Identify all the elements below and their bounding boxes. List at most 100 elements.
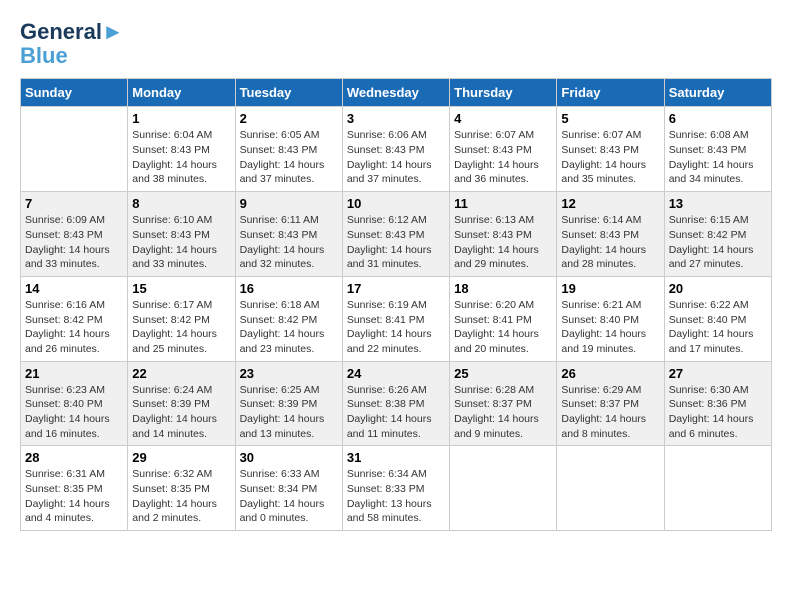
- day-info: Sunrise: 6:04 AMSunset: 8:43 PMDaylight:…: [132, 128, 230, 187]
- day-info: Sunrise: 6:29 AMSunset: 8:37 PMDaylight:…: [561, 383, 659, 442]
- calendar-cell: 18 Sunrise: 6:20 AMSunset: 8:41 PMDayligh…: [450, 276, 557, 361]
- calendar-cell: [664, 446, 771, 531]
- day-number: 22: [132, 366, 230, 381]
- calendar-header-saturday: Saturday: [664, 79, 771, 107]
- day-number: 6: [669, 111, 767, 126]
- day-info: Sunrise: 6:32 AMSunset: 8:35 PMDaylight:…: [132, 467, 230, 526]
- day-number: 12: [561, 196, 659, 211]
- calendar-cell: 5 Sunrise: 6:07 AMSunset: 8:43 PMDaylight…: [557, 107, 664, 192]
- day-info: Sunrise: 6:31 AMSunset: 8:35 PMDaylight:…: [25, 467, 123, 526]
- day-info: Sunrise: 6:06 AMSunset: 8:43 PMDaylight:…: [347, 128, 445, 187]
- calendar-cell: [21, 107, 128, 192]
- calendar-cell: 21 Sunrise: 6:23 AMSunset: 8:40 PMDayligh…: [21, 361, 128, 446]
- day-info: Sunrise: 6:08 AMSunset: 8:43 PMDaylight:…: [669, 128, 767, 187]
- day-number: 26: [561, 366, 659, 381]
- day-number: 24: [347, 366, 445, 381]
- calendar-header-wednesday: Wednesday: [342, 79, 449, 107]
- day-number: 31: [347, 450, 445, 465]
- day-number: 16: [240, 281, 338, 296]
- day-number: 7: [25, 196, 123, 211]
- day-info: Sunrise: 6:34 AMSunset: 8:33 PMDaylight:…: [347, 467, 445, 526]
- calendar-cell: 9 Sunrise: 6:11 AMSunset: 8:43 PMDaylight…: [235, 192, 342, 277]
- calendar-cell: 3 Sunrise: 6:06 AMSunset: 8:43 PMDaylight…: [342, 107, 449, 192]
- calendar-cell: [557, 446, 664, 531]
- day-info: Sunrise: 6:26 AMSunset: 8:38 PMDaylight:…: [347, 383, 445, 442]
- calendar-week-row: 28 Sunrise: 6:31 AMSunset: 8:35 PMDayligh…: [21, 446, 772, 531]
- calendar-header-friday: Friday: [557, 79, 664, 107]
- calendar-cell: 17 Sunrise: 6:19 AMSunset: 8:41 PMDayligh…: [342, 276, 449, 361]
- day-number: 11: [454, 196, 552, 211]
- day-number: 3: [347, 111, 445, 126]
- day-info: Sunrise: 6:18 AMSunset: 8:42 PMDaylight:…: [240, 298, 338, 357]
- day-info: Sunrise: 6:15 AMSunset: 8:42 PMDaylight:…: [669, 213, 767, 272]
- day-info: Sunrise: 6:12 AMSunset: 8:43 PMDaylight:…: [347, 213, 445, 272]
- day-number: 5: [561, 111, 659, 126]
- calendar-cell: [450, 446, 557, 531]
- calendar-cell: 15Sunrise: 6:17 AMSunset: 8:42 PMDayligh…: [128, 276, 235, 361]
- day-info: Sunrise: 6:33 AMSunset: 8:34 PMDaylight:…: [240, 467, 338, 526]
- calendar-header-sunday: Sunday: [21, 79, 128, 107]
- calendar-cell: 13 Sunrise: 6:15 AMSunset: 8:42 PMDayligh…: [664, 192, 771, 277]
- day-number: 28: [25, 450, 123, 465]
- day-number: 19: [561, 281, 659, 296]
- day-number: 2: [240, 111, 338, 126]
- calendar-cell: 22Sunrise: 6:24 AMSunset: 8:39 PMDayligh…: [128, 361, 235, 446]
- calendar-cell: 4Sunrise: 6:07 AMSunset: 8:43 PMDaylight…: [450, 107, 557, 192]
- logo: General►Blue: [20, 20, 124, 68]
- calendar-cell: 7 Sunrise: 6:09 AMSunset: 8:43 PMDaylight…: [21, 192, 128, 277]
- day-number: 9: [240, 196, 338, 211]
- calendar-cell: 10 Sunrise: 6:12 AMSunset: 8:43 PMDayligh…: [342, 192, 449, 277]
- day-number: 21: [25, 366, 123, 381]
- day-info: Sunrise: 6:07 AMSunset: 8:43 PMDaylight:…: [561, 128, 659, 187]
- day-number: 17: [347, 281, 445, 296]
- day-number: 27: [669, 366, 767, 381]
- calendar-cell: 8 Sunrise: 6:10 AMSunset: 8:43 PMDaylight…: [128, 192, 235, 277]
- page-header: General►Blue: [20, 20, 772, 68]
- calendar-cell: 28 Sunrise: 6:31 AMSunset: 8:35 PMDayligh…: [21, 446, 128, 531]
- day-info: Sunrise: 6:25 AMSunset: 8:39 PMDaylight:…: [240, 383, 338, 442]
- day-number: 8: [132, 196, 230, 211]
- calendar-cell: 27Sunrise: 6:30 AMSunset: 8:36 PMDayligh…: [664, 361, 771, 446]
- day-info: Sunrise: 6:22 AMSunset: 8:40 PMDaylight:…: [669, 298, 767, 357]
- calendar-cell: 31 Sunrise: 6:34 AMSunset: 8:33 PMDayligh…: [342, 446, 449, 531]
- calendar-cell: 16 Sunrise: 6:18 AMSunset: 8:42 PMDayligh…: [235, 276, 342, 361]
- day-info: Sunrise: 6:21 AMSunset: 8:40 PMDaylight:…: [561, 298, 659, 357]
- day-info: Sunrise: 6:10 AMSunset: 8:43 PMDaylight:…: [132, 213, 230, 272]
- day-info: Sunrise: 6:20 AMSunset: 8:41 PMDaylight:…: [454, 298, 552, 357]
- calendar-cell: 26 Sunrise: 6:29 AMSunset: 8:37 PMDayligh…: [557, 361, 664, 446]
- day-info: Sunrise: 6:13 AMSunset: 8:43 PMDaylight:…: [454, 213, 552, 272]
- day-info: Sunrise: 6:14 AMSunset: 8:43 PMDaylight:…: [561, 213, 659, 272]
- calendar-cell: 29 Sunrise: 6:32 AMSunset: 8:35 PMDayligh…: [128, 446, 235, 531]
- calendar-header-thursday: Thursday: [450, 79, 557, 107]
- day-info: Sunrise: 6:23 AMSunset: 8:40 PMDaylight:…: [25, 383, 123, 442]
- calendar-cell: 12 Sunrise: 6:14 AMSunset: 8:43 PMDayligh…: [557, 192, 664, 277]
- calendar-header-row: SundayMondayTuesdayWednesdayThursdayFrid…: [21, 79, 772, 107]
- day-number: 14: [25, 281, 123, 296]
- calendar-cell: 20 Sunrise: 6:22 AMSunset: 8:40 PMDayligh…: [664, 276, 771, 361]
- day-info: Sunrise: 6:16 AMSunset: 8:42 PMDaylight:…: [25, 298, 123, 357]
- calendar-cell: 30 Sunrise: 6:33 AMSunset: 8:34 PMDayligh…: [235, 446, 342, 531]
- calendar-cell: 14 Sunrise: 6:16 AMSunset: 8:42 PMDayligh…: [21, 276, 128, 361]
- day-number: 1: [132, 111, 230, 126]
- logo-text: General►Blue: [20, 20, 124, 68]
- day-number: 23: [240, 366, 338, 381]
- day-number: 13: [669, 196, 767, 211]
- day-info: Sunrise: 6:28 AMSunset: 8:37 PMDaylight:…: [454, 383, 552, 442]
- day-info: Sunrise: 6:11 AMSunset: 8:43 PMDaylight:…: [240, 213, 338, 272]
- day-number: 29: [132, 450, 230, 465]
- day-number: 20: [669, 281, 767, 296]
- day-number: 30: [240, 450, 338, 465]
- calendar-week-row: 21 Sunrise: 6:23 AMSunset: 8:40 PMDayligh…: [21, 361, 772, 446]
- calendar-cell: 2Sunrise: 6:05 AMSunset: 8:43 PMDaylight…: [235, 107, 342, 192]
- calendar-cell: 23 Sunrise: 6:25 AMSunset: 8:39 PMDayligh…: [235, 361, 342, 446]
- calendar-header-tuesday: Tuesday: [235, 79, 342, 107]
- day-number: 25: [454, 366, 552, 381]
- day-info: Sunrise: 6:09 AMSunset: 8:43 PMDaylight:…: [25, 213, 123, 272]
- day-number: 18: [454, 281, 552, 296]
- day-info: Sunrise: 6:17 AMSunset: 8:42 PMDaylight:…: [132, 298, 230, 357]
- calendar-header-monday: Monday: [128, 79, 235, 107]
- day-info: Sunrise: 6:07 AMSunset: 8:43 PMDaylight:…: [454, 128, 552, 187]
- day-info: Sunrise: 6:19 AMSunset: 8:41 PMDaylight:…: [347, 298, 445, 357]
- calendar-cell: 24 Sunrise: 6:26 AMSunset: 8:38 PMDayligh…: [342, 361, 449, 446]
- day-number: 10: [347, 196, 445, 211]
